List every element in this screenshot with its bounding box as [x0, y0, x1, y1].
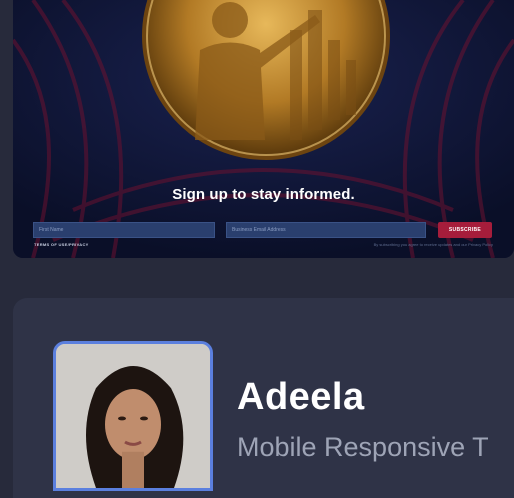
signup-heading: Sign up to stay informed. [172, 186, 355, 203]
profile-photo [53, 341, 213, 491]
privacy-disclaimer: By subscribing you agree to receive upda… [373, 242, 493, 247]
email-input[interactable]: Business Email Address [226, 222, 426, 238]
profile-role: Mobile Responsive T [237, 432, 489, 462]
terms-privacy-link[interactable]: TERMS OF USE/PRIVACY [34, 242, 89, 247]
first-name-input[interactable]: First Name [33, 222, 215, 238]
profile-card: Adeela Mobile Responsive T [13, 298, 514, 498]
profile-name: Adeela [237, 376, 365, 418]
portrait-image [56, 344, 210, 488]
gold-medallion-image [142, 0, 390, 160]
subscribe-button[interactable]: SUBSCRIBE [438, 222, 492, 238]
newsletter-banner: Sign up to stay informed. First Name Bus… [13, 0, 514, 258]
